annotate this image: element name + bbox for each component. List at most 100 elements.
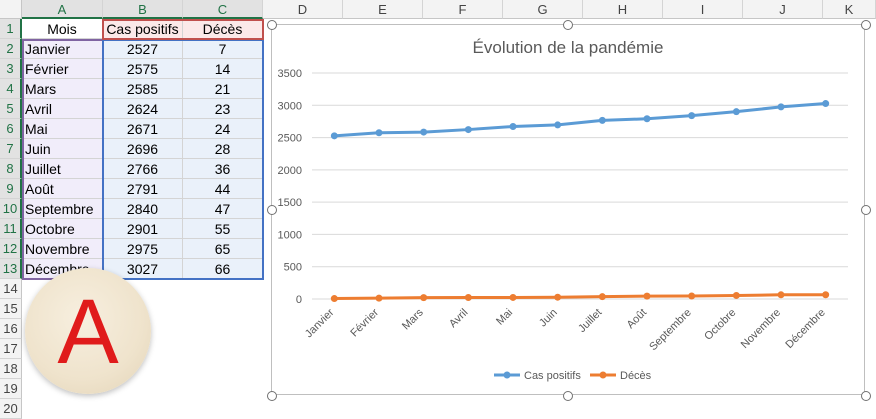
column-header-e[interactable]: E [343,0,423,19]
data-point [554,121,562,129]
legend-entry: Décès [620,370,652,382]
column-header-k[interactable]: K [823,0,876,19]
table-cell-month[interactable]: Mai [22,119,103,139]
column-header-c[interactable]: C [183,0,263,19]
chart-canvas: Évolution de la pandémie 0 500 1000 1500 2000… [278,38,848,382]
table-cell-deaths[interactable]: 21 [183,79,263,99]
table-cell-cases[interactable]: 2585 [103,79,183,99]
x-tick-label: Juillet [576,307,604,335]
table-cell-month[interactable]: Janvier [22,39,103,59]
row-header-16[interactable]: 16 [0,319,22,339]
table-cell-deaths[interactable]: 14 [183,59,263,79]
table-cell-month[interactable]: Juin [22,139,103,159]
data-point [822,291,830,299]
y-tick-label: 2000 [278,165,302,177]
table-cell-deaths[interactable]: 47 [183,199,263,219]
header-cell-cas-positifs[interactable]: Cas positifs [103,19,183,39]
row-header-8[interactable]: 8 [0,159,22,179]
row-header-12[interactable]: 12 [0,239,22,259]
table-cell-month[interactable]: Novembre [22,239,103,259]
row-header-4[interactable]: 4 [0,79,22,99]
table-cell-deaths[interactable]: 36 [183,159,263,179]
row-header-9[interactable]: 9 [0,179,22,199]
row-header-2[interactable]: 2 [0,39,22,59]
select-all-corner[interactable] [0,0,22,19]
table-cell-month[interactable]: Février [22,59,103,79]
line-chart[interactable]: Évolution de la pandémie 0 500 1000 1500 2000… [271,24,865,395]
chart-resize-handle[interactable] [861,205,871,215]
y-tick-label: 1500 [278,197,302,209]
column-header-j[interactable]: J [743,0,823,19]
table-cell-cases[interactable]: 2766 [103,159,183,179]
letter-badge: A [25,268,151,394]
row-header-3[interactable]: 3 [0,59,22,79]
column-header-b[interactable]: B [103,0,183,19]
table-cell-cases[interactable]: 2671 [103,119,183,139]
column-header-f[interactable]: F [423,0,503,19]
chart-resize-handle[interactable] [267,205,277,215]
row-header-7[interactable]: 7 [0,139,22,159]
table-cell-deaths[interactable]: 7 [183,39,263,59]
row-header-13[interactable]: 13 [0,259,22,279]
row-header-18[interactable]: 18 [0,359,22,379]
table-cell-month[interactable]: Août [22,179,103,199]
column-header-h[interactable]: H [583,0,663,19]
row-header-17[interactable]: 17 [0,339,22,359]
table-cell-deaths[interactable]: 66 [183,259,263,279]
row-header-10[interactable]: 10 [0,199,22,219]
table-cell-deaths[interactable]: 65 [183,239,263,259]
y-tick-label: 3500 [278,68,302,80]
table-cell-cases[interactable]: 2840 [103,199,183,219]
x-tick-label: Avril [447,307,470,330]
x-tick-label: Janvier [303,306,337,340]
chart-resize-handle[interactable] [563,20,573,30]
header-cell-mois[interactable]: Mois [22,19,103,39]
chart-resize-handle[interactable] [861,20,871,30]
row-header-6[interactable]: 6 [0,119,22,139]
data-point [688,292,696,300]
data-point [464,126,472,134]
table-cell-month[interactable]: Avril [22,99,103,119]
table-cell-cases[interactable]: 2696 [103,139,183,159]
data-point [375,129,383,137]
data-point [643,292,651,300]
table-cell-deaths[interactable]: 23 [183,99,263,119]
y-tick-label: 0 [296,294,302,306]
row-header-15[interactable]: 15 [0,299,22,319]
data-point [732,108,740,116]
table-cell-deaths[interactable]: 24 [183,119,263,139]
y-tick-label: 2500 [278,133,302,145]
table-cell-month[interactable]: Octobre [22,219,103,239]
row-header-19[interactable]: 19 [0,379,22,399]
x-tick-label: Octobre [702,307,738,343]
table-cell-month[interactable]: Juillet [22,159,103,179]
table-cell-deaths[interactable]: 28 [183,139,263,159]
table-cell-month[interactable]: Mars [22,79,103,99]
table-cell-cases[interactable]: 2527 [103,39,183,59]
row-header-11[interactable]: 11 [0,219,22,239]
table-cell-cases[interactable]: 2901 [103,219,183,239]
header-cell-deces[interactable]: Décès [183,19,263,39]
column-header-a[interactable]: A [22,0,103,19]
table-cell-cases[interactable]: 2624 [103,99,183,119]
table-cell-cases[interactable]: 2975 [103,239,183,259]
column-header-g[interactable]: G [503,0,583,19]
row-header-5[interactable]: 5 [0,99,22,119]
series-line [334,102,826,138]
data-point [509,123,517,131]
chart-resize-handle[interactable] [267,20,277,30]
table-cell-month[interactable]: Septembre [22,199,103,219]
chart-resize-handle[interactable] [267,391,277,401]
table-cell-deaths[interactable]: 55 [183,219,263,239]
legend-marker [503,371,511,379]
chart-resize-handle[interactable] [861,391,871,401]
row-header-14[interactable]: 14 [0,279,22,299]
column-header-i[interactable]: I [663,0,743,19]
table-cell-cases[interactable]: 2575 [103,59,183,79]
chart-resize-handle[interactable] [563,391,573,401]
table-cell-deaths[interactable]: 44 [183,179,263,199]
table-cell-cases[interactable]: 2791 [103,179,183,199]
row-header-1[interactable]: 1 [0,19,22,39]
column-header-d[interactable]: D [263,0,343,19]
row-header-20[interactable]: 20 [0,399,22,419]
